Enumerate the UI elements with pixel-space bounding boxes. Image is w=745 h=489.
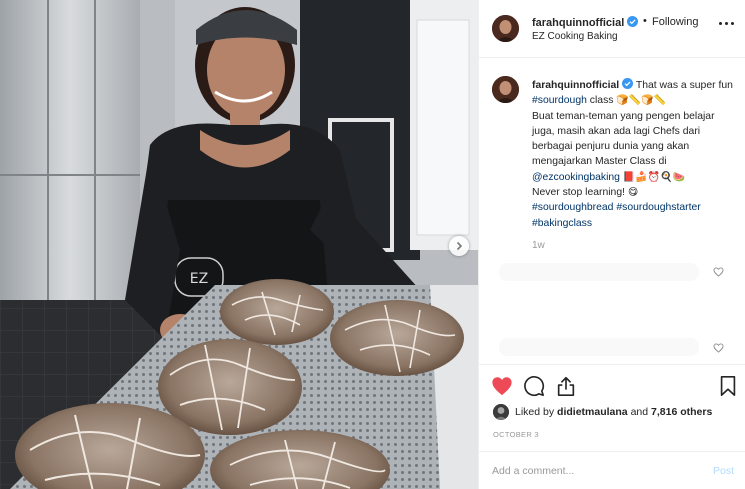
heart-icon[interactable] xyxy=(491,375,513,397)
header-username-link[interactable]: farahquinnofficial xyxy=(532,17,624,29)
caption-body: Buat teman-teman yang pengen belajar jug… xyxy=(532,110,715,168)
hashtag-link[interactable]: #sourdoughbread xyxy=(532,202,613,213)
svg-text:EZ: EZ xyxy=(190,271,208,287)
caption-line1-after: class xyxy=(589,95,614,107)
emoji-group: 🍞📏🍞📏 xyxy=(616,95,667,107)
post-date[interactable]: OCTOBER 3 xyxy=(493,430,539,439)
liked-by-user-link[interactable]: didietmaulana xyxy=(557,406,628,418)
emoji-group: 😋 xyxy=(627,187,639,199)
share-icon[interactable] xyxy=(555,375,577,397)
liked-by-row: Liked by didietmaulana and 7,816 others xyxy=(493,403,712,421)
avatar-image xyxy=(492,76,519,103)
timestamp[interactable]: 1w xyxy=(532,240,545,251)
following-button[interactable]: Following xyxy=(652,16,698,28)
post-header: farahquinnofficial • Following EZ Cookin… xyxy=(479,0,745,58)
location-link[interactable]: EZ Cooking Baking xyxy=(532,31,618,42)
hashtag-link[interactable]: #sourdoughstarter xyxy=(616,202,700,213)
photo-illustration: EZ xyxy=(0,0,478,489)
carousel-next-button[interactable] xyxy=(449,236,469,256)
caption-username-link[interactable]: farahquinnofficial xyxy=(532,80,619,91)
caption-text: farahquinnofficial That was a super fun … xyxy=(532,78,737,231)
hashtag-link[interactable]: #bakingclass xyxy=(532,218,592,229)
avatar-image xyxy=(492,15,519,42)
bookmark-icon[interactable] xyxy=(717,375,739,397)
comment-input[interactable]: Add a comment... xyxy=(492,465,574,477)
avatar[interactable] xyxy=(492,15,519,42)
header-username-row: farahquinnofficial xyxy=(532,16,639,29)
post-comment-button[interactable]: Post xyxy=(713,465,734,477)
comment-like-heart-icon[interactable] xyxy=(713,343,724,353)
verified-badge-icon xyxy=(627,16,639,27)
likes-count-link[interactable]: 7,816 others xyxy=(651,406,712,418)
post-photo[interactable]: EZ xyxy=(0,0,478,489)
hashtag-link[interactable]: #sourdough xyxy=(532,95,587,106)
separator-dot: • xyxy=(643,15,647,27)
bread-loaf xyxy=(330,300,464,376)
comment-icon[interactable] xyxy=(523,375,545,397)
more-options-icon[interactable] xyxy=(719,22,735,28)
bread-loaf xyxy=(220,279,334,345)
liked-by-prefix: Liked by xyxy=(515,406,555,418)
comment-like-heart-icon[interactable] xyxy=(713,267,724,277)
caption-closing: Never stop learning! xyxy=(532,187,625,199)
chevron-right-icon xyxy=(456,241,463,251)
post-side-panel: farahquinnofficial • Following EZ Cookin… xyxy=(478,0,745,489)
liked-by-connector: and xyxy=(630,406,649,418)
add-comment-bar: Add a comment... Post xyxy=(479,451,745,489)
mention-link[interactable]: @ezcookingbaking xyxy=(532,172,620,183)
faded-comment xyxy=(499,263,699,281)
avatar[interactable] xyxy=(492,76,519,103)
verified-badge-icon xyxy=(622,78,634,89)
emoji-group: 📕🍰⏰🍳🍉 xyxy=(622,171,686,183)
faded-comment xyxy=(499,338,699,356)
action-bar xyxy=(479,364,745,406)
avatar[interactable] xyxy=(493,404,509,420)
avatar-image xyxy=(493,404,509,420)
caption-line1: That was a super fun xyxy=(635,80,733,91)
caption-area: farahquinnofficial That was a super fun … xyxy=(479,58,745,364)
